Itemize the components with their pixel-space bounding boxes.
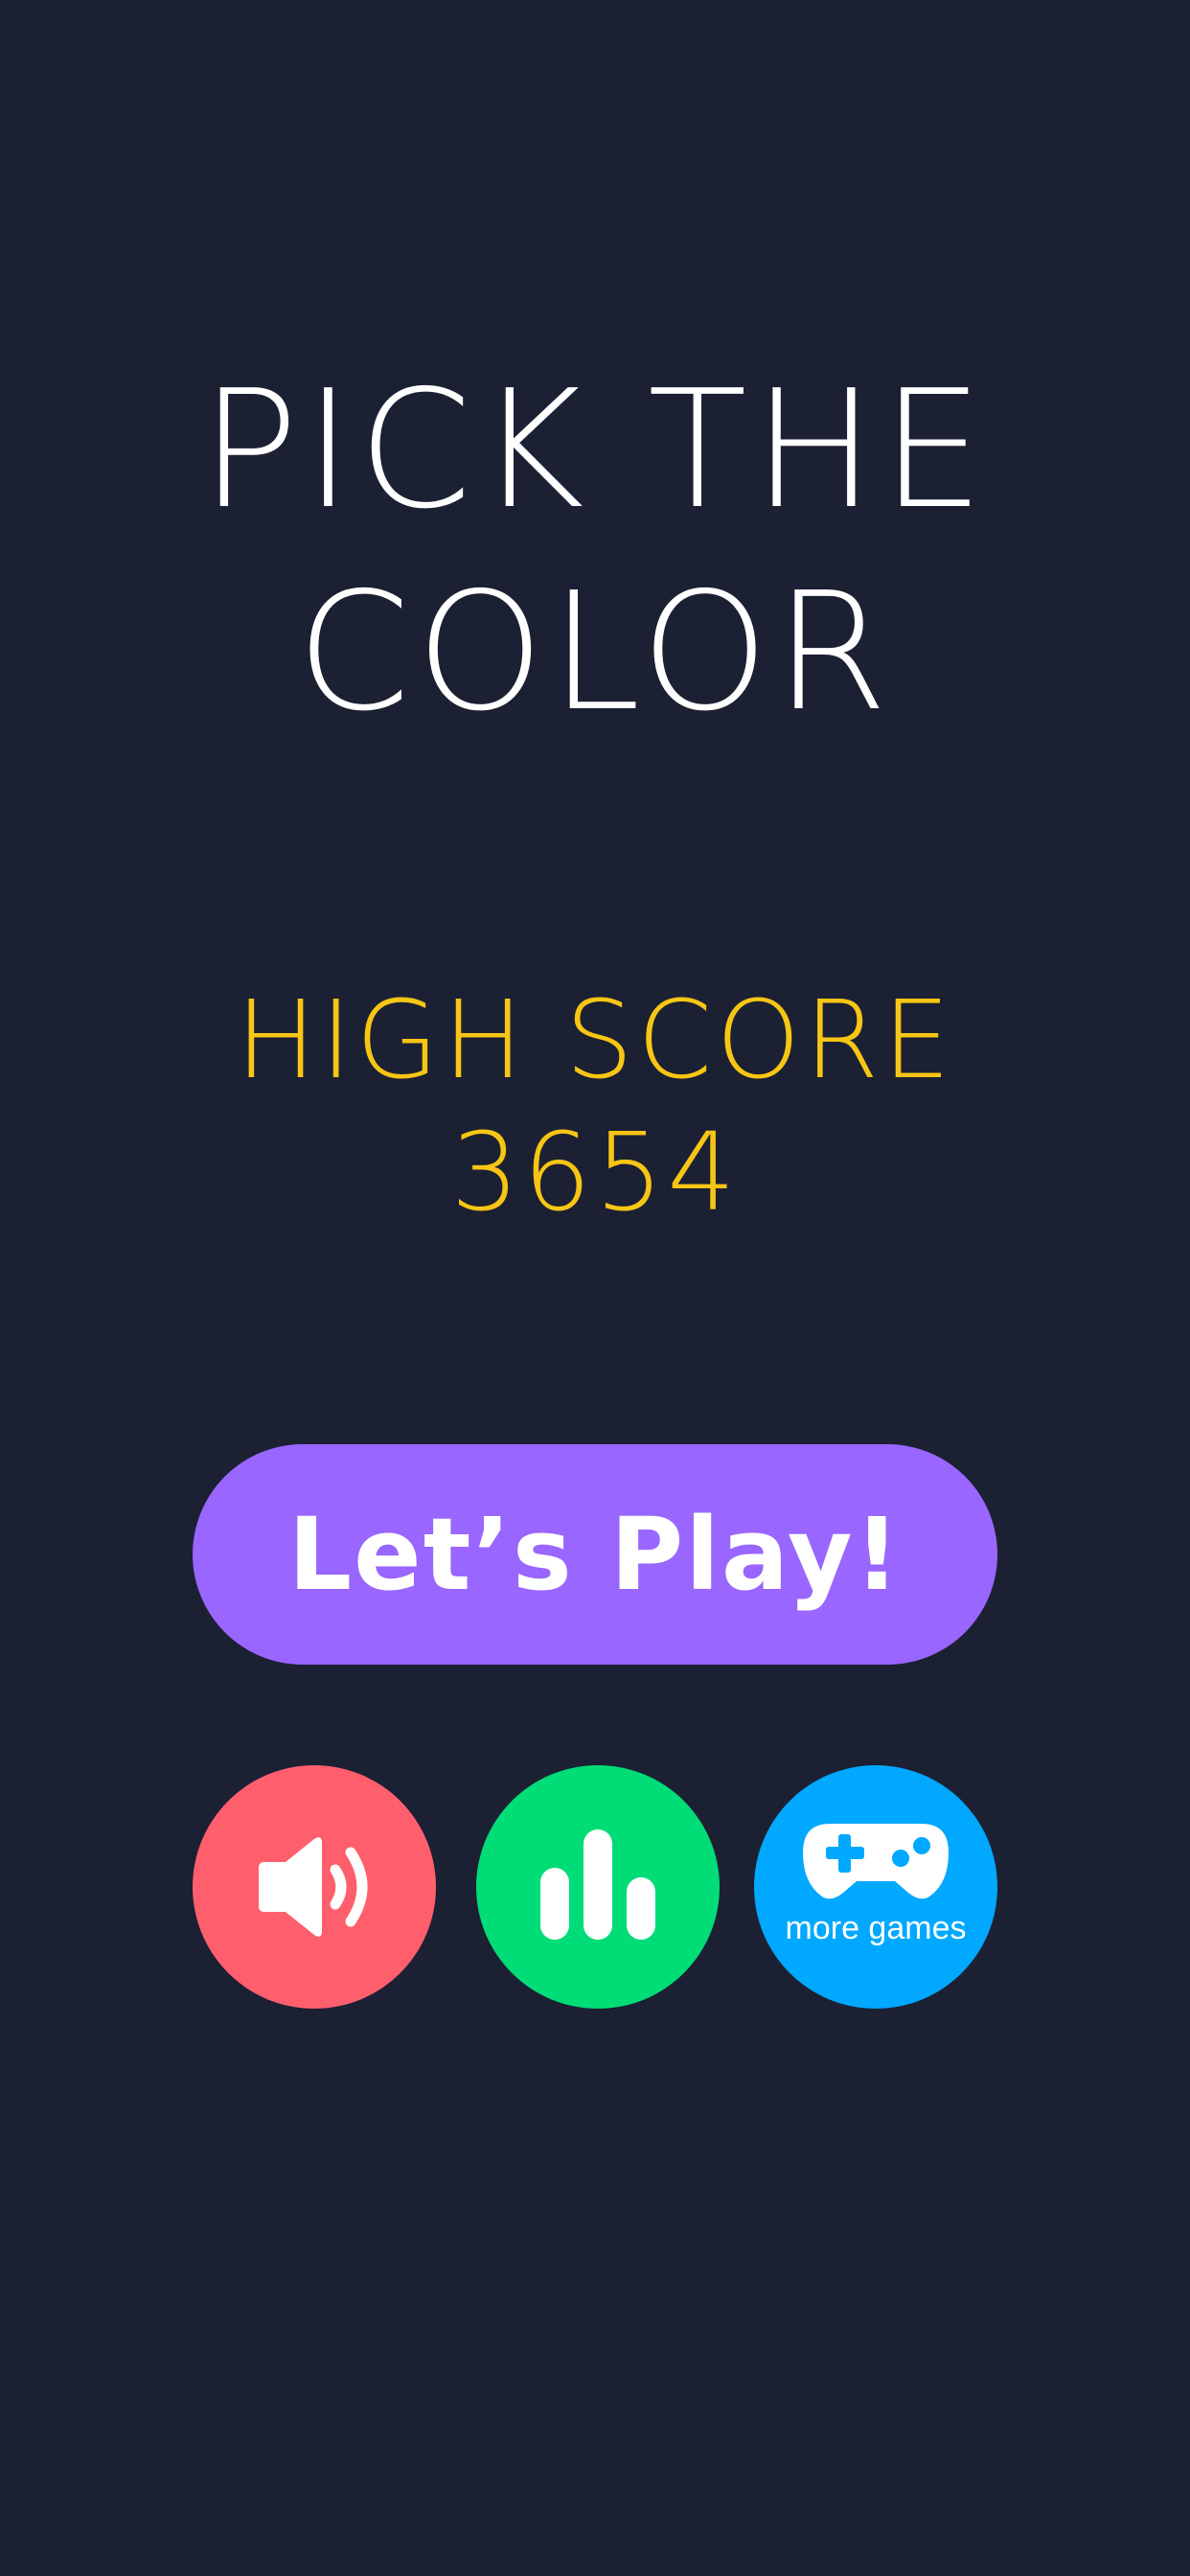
leaderboard-button[interactable] <box>476 1765 720 2009</box>
more-games-label: more games <box>785 1910 967 1946</box>
high-score-value: 3654 <box>450 1111 740 1235</box>
lets-play-button-label: Let’s Play! <box>287 1496 903 1613</box>
game-title-line-1: PICK THE <box>200 356 990 545</box>
high-score-label: HIGH SCORE <box>236 978 954 1103</box>
speaker-icon <box>259 1837 368 1937</box>
more-games-button[interactable]: more games <box>754 1765 997 2009</box>
lets-play-button[interactable]: Let’s Play! <box>193 1444 997 1665</box>
bar-chart-icon <box>540 1829 655 1940</box>
sound-toggle-button[interactable] <box>193 1765 436 2009</box>
game-title-line-2: COLOR <box>296 558 894 748</box>
gamepad-icon <box>803 1824 949 1899</box>
